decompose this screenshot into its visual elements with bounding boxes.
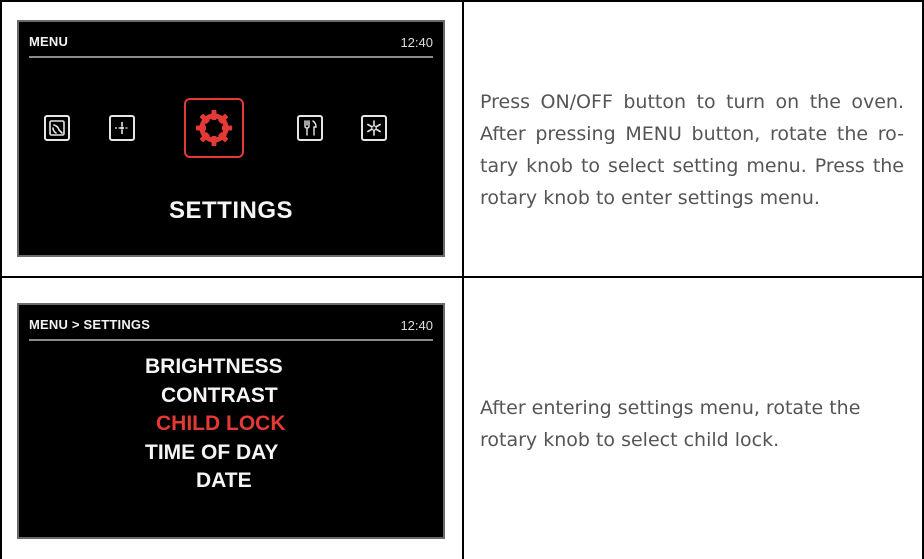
- breadcrumb: MENU > SETTINGS: [29, 317, 151, 332]
- settings-item-contrast: CONTRAST: [161, 383, 278, 407]
- selected-menu-label: SETTINGS: [168, 197, 293, 224]
- table-column-divider: [462, 0, 464, 559]
- clock-time: 12:40: [400, 318, 433, 333]
- tools-icon-glyph: [304, 120, 317, 136]
- display-header: MENU 12:40: [29, 34, 433, 58]
- picture-icon: [44, 115, 70, 141]
- graph-icon: [109, 115, 135, 141]
- settings-item-brightness: BRIGHTNESS: [145, 355, 283, 378]
- breadcrumb: MENU: [29, 34, 69, 49]
- oven-display-settings-menu: MENU > SETTINGS 12:40 BRIGHTNESS CONTRAS…: [17, 303, 445, 539]
- settings-item-child-lock: CHILD LOCK: [156, 412, 286, 435]
- table-border-left: [0, 0, 2, 559]
- selected-settings-tile: [184, 98, 244, 158]
- settings-item-date: DATE: [196, 469, 252, 492]
- step-1-description: Press ON/OFF button to turn on the oven.…: [480, 91, 904, 209]
- settings-item-time-of-day: TIME OF DAY: [145, 440, 279, 464]
- snowflake-icon-glyph: [367, 120, 381, 136]
- instruction-table: MENU 12:40 SETTINGS Press ON/OFF button …: [0, 0, 924, 559]
- snowflake-icon: [361, 115, 387, 141]
- display-header: MENU > SETTINGS 12:40: [29, 317, 433, 341]
- graph-icon-glyph: [115, 122, 129, 134]
- clock-time: 12:40: [400, 35, 433, 50]
- tools-icon: [297, 115, 323, 141]
- gear-icon: [196, 110, 232, 146]
- settings-list: BRIGHTNESS CONTRAST CHILD LOCK TIME OF D…: [19, 353, 443, 496]
- oven-display-main-menu: MENU 12:40 SETTINGS: [17, 20, 445, 257]
- picture-icon-glyph: [49, 120, 65, 136]
- step-2-description: After entering settings menu, rotate the…: [480, 397, 861, 451]
